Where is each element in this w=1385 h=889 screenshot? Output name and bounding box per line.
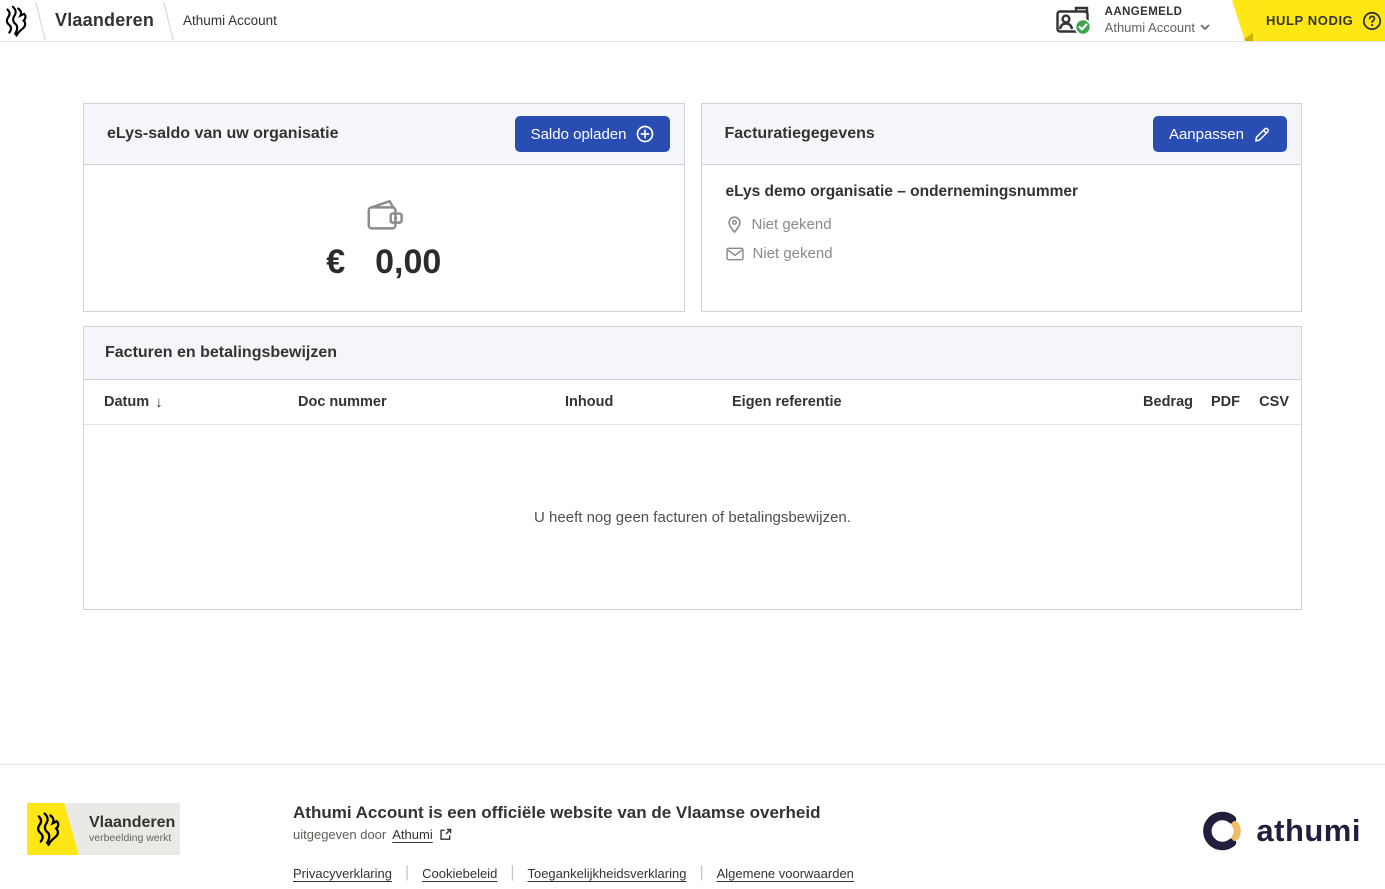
athumi-link[interactable]: Athumi bbox=[392, 827, 432, 842]
pencil-icon bbox=[1253, 125, 1271, 143]
user-texts: AANGEMELD Athumi Account bbox=[1105, 5, 1210, 36]
column-header-datum[interactable]: Datum ↓ bbox=[104, 394, 298, 411]
column-header-bedrag: Bedrag bbox=[1129, 394, 1193, 410]
ribbon-fold bbox=[1241, 33, 1253, 41]
balance-card: eLys-saldo van uw organisatie Saldo opla… bbox=[83, 103, 685, 312]
topup-balance-button[interactable]: Saldo opladen bbox=[515, 116, 670, 152]
column-header-docnummer: Doc nummer bbox=[298, 394, 565, 410]
location-pin-icon bbox=[726, 215, 743, 234]
vlaanderen-lion-icon bbox=[35, 809, 61, 849]
balance-amount: € 0,00 bbox=[326, 243, 441, 282]
billing-address-row: Niet gekend bbox=[726, 215, 1278, 234]
vlaanderen-brand-link[interactable]: Vlaanderen bbox=[51, 10, 158, 31]
edit-billing-button[interactable]: Aanpassen bbox=[1153, 116, 1287, 152]
main-content: eLys-saldo van uw organisatie Saldo opla… bbox=[83, 103, 1302, 610]
user-account-row: Athumi Account bbox=[1105, 20, 1210, 36]
breadcrumb-divider bbox=[35, 1, 46, 40]
column-header-csv: CSV bbox=[1240, 394, 1289, 410]
footer-link-item: Privacyverklaring bbox=[293, 866, 392, 881]
user-account-label: Athumi Account bbox=[1105, 20, 1195, 36]
plus-circle-icon bbox=[636, 125, 654, 143]
athumi-footer-logo: athumi bbox=[1202, 811, 1361, 851]
footer-link-item: Algemene voorwaarden bbox=[686, 864, 853, 882]
billing-email-row: Niet gekend bbox=[726, 245, 1278, 262]
balance-card-body: € 0,00 bbox=[84, 165, 684, 312]
vlaanderen-footer-logo: Vlaanderen verbeelding werkt bbox=[27, 803, 180, 855]
footer-official-line: Athumi Account is een officiële website … bbox=[293, 803, 1202, 823]
sort-descending-icon: ↓ bbox=[155, 394, 163, 411]
athumi-logo-icon bbox=[1202, 811, 1246, 851]
invoices-empty-state: U heeft nog geen facturen of betalingsbe… bbox=[84, 425, 1301, 609]
user-menu[interactable]: AANGEMELD Athumi Account bbox=[1047, 0, 1232, 41]
vlaanderen-logo-yellow-flag bbox=[27, 803, 79, 855]
column-header-inhoud: Inhoud bbox=[565, 394, 732, 410]
billing-organisation: eLys demo organisatie – ondernemingsnumm… bbox=[726, 183, 1278, 201]
footer-center: Athumi Account is een officiële website … bbox=[293, 803, 1202, 882]
help-button-label: HULP NODIG bbox=[1266, 13, 1353, 28]
accessibility-link[interactable]: Toegankelijkheidsverklaring bbox=[527, 866, 686, 881]
top-bar-left: Vlaanderen Athumi Account bbox=[0, 0, 281, 41]
breadcrumb-divider bbox=[163, 1, 174, 40]
top-bar: Vlaanderen Athumi Account AANGEMELD bbox=[0, 0, 1385, 42]
id-card-check-icon bbox=[1055, 5, 1095, 37]
vlaanderen-lion-icon bbox=[0, 3, 30, 39]
invoices-card: Facturen en betalingsbewijzen Datum ↓ Do… bbox=[83, 326, 1302, 610]
help-button[interactable]: HULP NODIG bbox=[1232, 0, 1385, 41]
summary-cards-row: eLys-saldo van uw organisatie Saldo opla… bbox=[83, 103, 1302, 312]
athumi-wordmark: athumi bbox=[1256, 813, 1361, 849]
vlaanderen-logo-title: Vlaanderen bbox=[89, 814, 175, 832]
footer-issued-line: uitgegeven door Athumi bbox=[293, 827, 1202, 842]
column-header-pdf: PDF bbox=[1193, 394, 1240, 410]
top-bar-right: AANGEMELD Athumi Account HULP NODIG bbox=[1047, 0, 1385, 41]
billing-card-header: Facturatiegegevens Aanpassen bbox=[702, 104, 1302, 165]
cookies-link[interactable]: Cookiebeleid bbox=[422, 866, 497, 881]
billing-email-value: Niet gekend bbox=[753, 245, 833, 262]
balance-currency: € bbox=[326, 243, 345, 282]
question-circle-icon bbox=[1362, 11, 1382, 31]
column-label-datum: Datum bbox=[104, 394, 149, 410]
page-footer: Vlaanderen verbeelding werkt Athumi Acco… bbox=[0, 764, 1385, 889]
chevron-down-icon bbox=[1200, 24, 1210, 31]
invoices-title: Facturen en betalingsbewijzen bbox=[105, 344, 337, 362]
footer-link-item: Toegankelijkheidsverklaring bbox=[497, 864, 686, 882]
billing-address-value: Niet gekend bbox=[752, 216, 832, 233]
billing-card-body: eLys demo organisatie – ondernemingsnumm… bbox=[702, 165, 1302, 280]
vlaanderen-logo-subtitle: verbeelding werkt bbox=[89, 832, 175, 844]
footer-links: Privacyverklaring Cookiebeleid Toegankel… bbox=[293, 864, 1202, 882]
balance-card-title: eLys-saldo van uw organisatie bbox=[107, 125, 338, 143]
login-status-label: AANGEMELD bbox=[1105, 5, 1210, 19]
balance-card-header: eLys-saldo van uw organisatie Saldo opla… bbox=[84, 104, 684, 165]
footer-link-item: Cookiebeleid bbox=[392, 864, 497, 882]
envelope-icon bbox=[726, 247, 744, 261]
terms-link[interactable]: Algemene voorwaarden bbox=[717, 866, 854, 881]
billing-card-title: Facturatiegegevens bbox=[725, 125, 875, 143]
wallet-icon bbox=[361, 195, 407, 235]
invoices-table-header: Datum ↓ Doc nummer Inhoud Eigen referent… bbox=[84, 380, 1301, 425]
topup-balance-button-label: Saldo opladen bbox=[531, 126, 627, 143]
footer-issued-prefix: uitgegeven door bbox=[293, 827, 386, 842]
vlaanderen-logo-texts: Vlaanderen verbeelding werkt bbox=[89, 814, 175, 844]
privacy-link[interactable]: Privacyverklaring bbox=[293, 866, 392, 881]
invoices-title-bar: Facturen en betalingsbewijzen bbox=[84, 327, 1301, 380]
billing-card: Facturatiegegevens Aanpassen eLys demo bbox=[701, 103, 1303, 312]
external-link-icon bbox=[439, 828, 452, 841]
breadcrumb-app-name[interactable]: Athumi Account bbox=[179, 13, 281, 28]
edit-billing-button-label: Aanpassen bbox=[1169, 126, 1244, 143]
balance-value: 0,00 bbox=[375, 243, 441, 282]
column-header-eigen-referentie: Eigen referentie bbox=[732, 394, 1129, 410]
